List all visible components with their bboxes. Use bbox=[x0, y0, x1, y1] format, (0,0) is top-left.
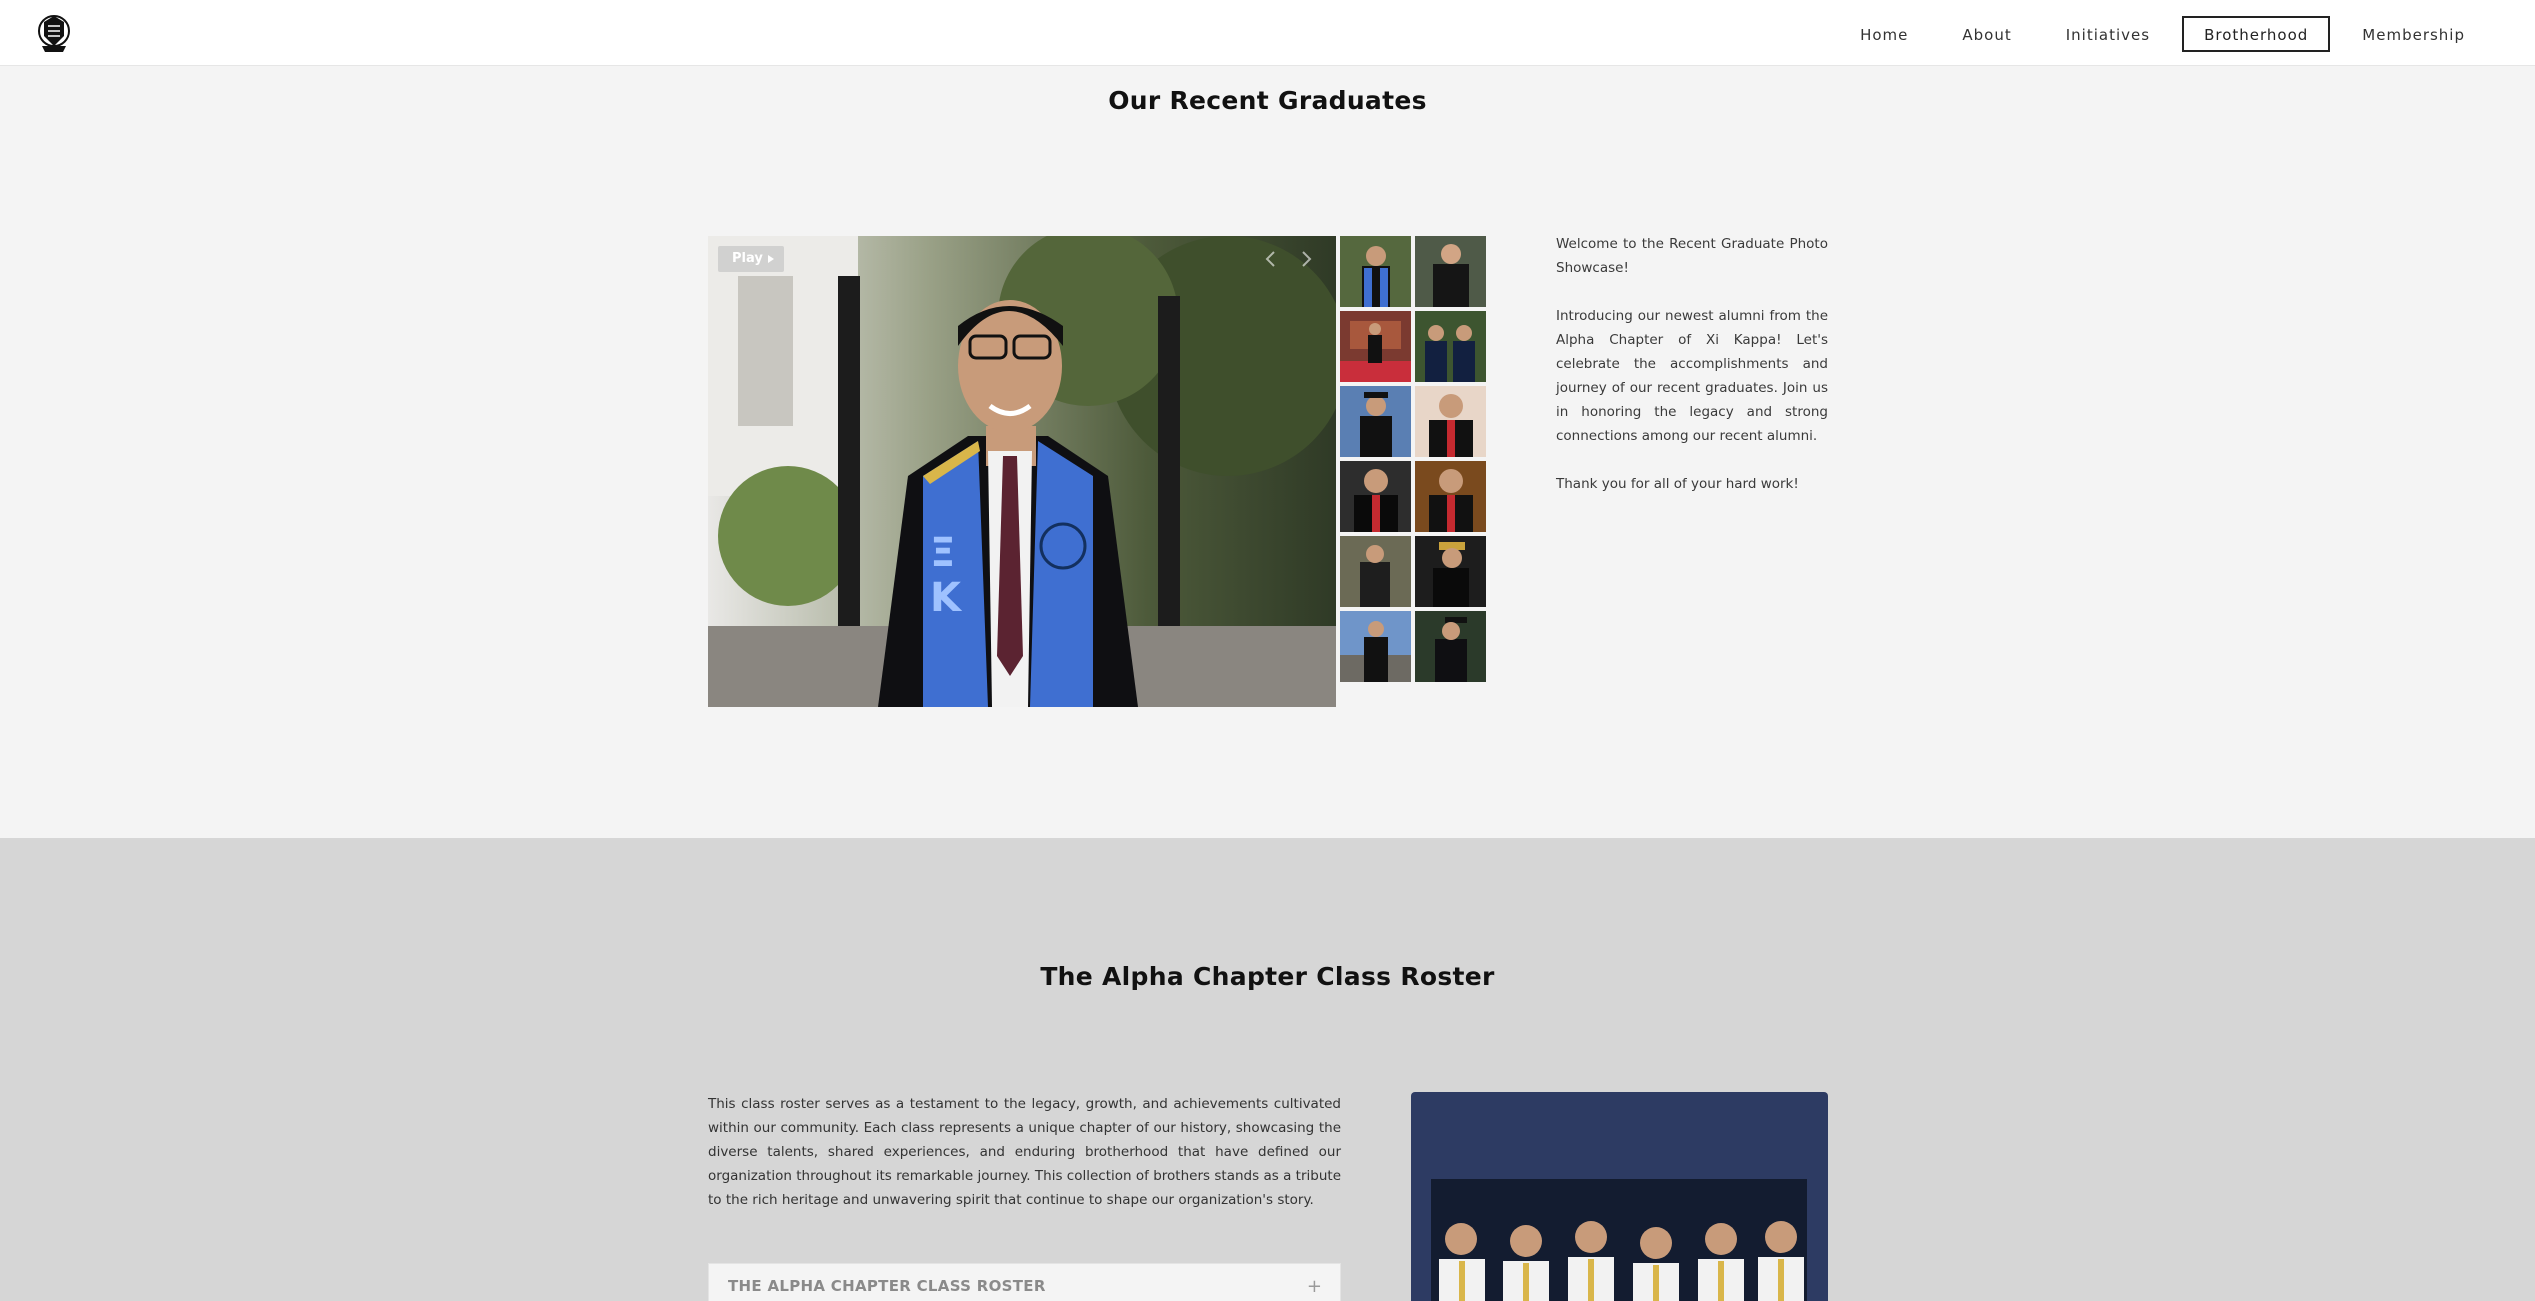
thumbnail[interactable] bbox=[1415, 386, 1486, 457]
roster-accordion[interactable]: THE ALPHA CHAPTER CLASS ROSTER + bbox=[708, 1263, 1341, 1301]
chevron-left-icon[interactable] bbox=[1263, 250, 1279, 268]
roster-section: The Alpha Chapter Class Roster This clas… bbox=[0, 838, 2535, 1301]
intro-paragraph: Thank you for all of your hard work! bbox=[1556, 476, 1799, 492]
thumbnail[interactable] bbox=[1415, 311, 1486, 382]
slideshow-play-button[interactable]: Play bbox=[718, 246, 784, 272]
thumbnail[interactable] bbox=[1415, 236, 1486, 307]
thumbnail[interactable] bbox=[1340, 461, 1411, 532]
nav-initiatives[interactable]: Initiatives bbox=[2044, 16, 2172, 52]
slideshow-main-photo: Ξ K bbox=[708, 236, 1336, 707]
fraternity-crest-icon[interactable] bbox=[36, 12, 72, 54]
thumbnail[interactable] bbox=[1415, 611, 1486, 682]
alpha-class-photo bbox=[1431, 1179, 1807, 1301]
thumbnail[interactable] bbox=[1340, 536, 1411, 607]
nav-brotherhood[interactable]: Brotherhood bbox=[2182, 16, 2331, 52]
slideshow-thumbnails bbox=[1340, 236, 1486, 682]
thumbnail[interactable] bbox=[1340, 236, 1411, 307]
graduate-slideshow[interactable]: Ξ K Play bbox=[708, 236, 1336, 707]
thumbnail[interactable] bbox=[1340, 311, 1411, 382]
thumbnail[interactable] bbox=[1415, 536, 1486, 607]
roster-description: This class roster serves as a testament … bbox=[708, 1096, 1341, 1208]
top-navigation: Home About Initiatives Brotherhood Membe… bbox=[0, 0, 2535, 66]
svg-text:Ξ: Ξ bbox=[930, 530, 955, 576]
thumbnail[interactable] bbox=[1415, 461, 1486, 532]
roster-photo-card bbox=[1411, 1092, 1828, 1301]
chevron-right-icon[interactable] bbox=[1298, 250, 1314, 268]
svg-text:K: K bbox=[930, 575, 963, 621]
roster-title: The Alpha Chapter Class Roster bbox=[1040, 962, 1495, 991]
graduates-title: Our Recent Graduates bbox=[1108, 86, 1427, 115]
play-icon bbox=[767, 254, 774, 263]
intro-paragraph: Introducing our newest alumni from the A… bbox=[1556, 308, 1828, 444]
intro-paragraph: Welcome to the Recent Graduate Photo Sho… bbox=[1556, 236, 1828, 276]
thumbnail[interactable] bbox=[1340, 386, 1411, 457]
nav-home[interactable]: Home bbox=[1838, 16, 1930, 52]
nav-about[interactable]: About bbox=[1940, 16, 2033, 52]
thumbnail[interactable] bbox=[1340, 611, 1411, 682]
plus-icon: + bbox=[1306, 1276, 1322, 1297]
nav-links: Home About Initiatives Brotherhood Membe… bbox=[1828, 16, 2487, 52]
accordion-label: THE ALPHA CHAPTER CLASS ROSTER bbox=[728, 1277, 1046, 1295]
graduate-intro-text: Welcome to the Recent Graduate Photo Sho… bbox=[1556, 232, 1828, 520]
play-label: Play bbox=[732, 251, 763, 266]
nav-membership[interactable]: Membership bbox=[2340, 16, 2487, 52]
